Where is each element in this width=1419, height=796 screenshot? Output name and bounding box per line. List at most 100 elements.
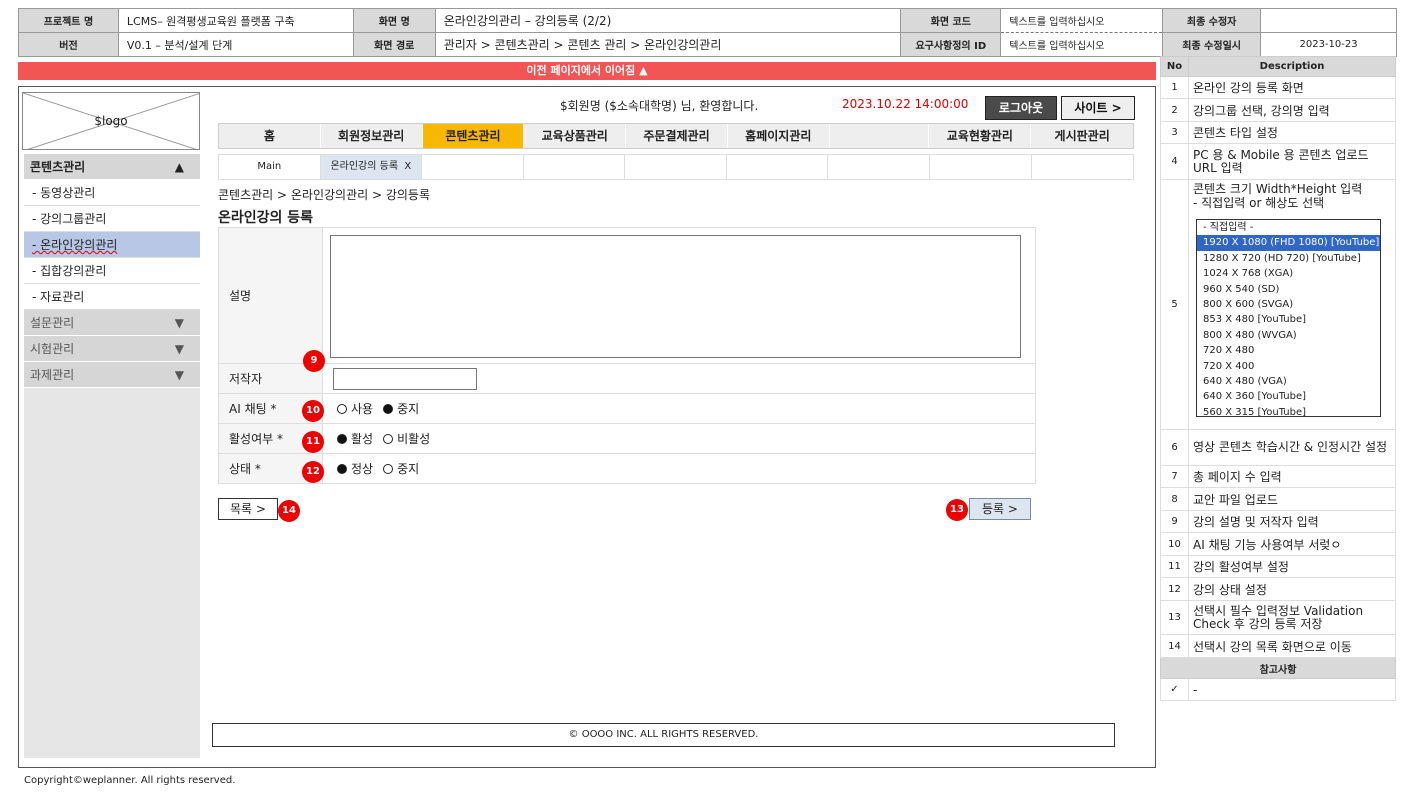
resolution-listbox[interactable]: - 직접입력 - 1920 X 1080 (FHD 1080) [YouTube… — [1196, 219, 1381, 417]
last-date-label: 최종 수정일시 — [1162, 32, 1262, 57]
logo-text: $logo — [94, 114, 128, 128]
description-cell — [322, 227, 1036, 364]
row-text: 콘텐츠 타입 설정 — [1188, 121, 1396, 144]
tab-empty — [930, 155, 1032, 179]
active-on-radio[interactable] — [337, 433, 347, 444]
resolution-option[interactable]: 800 X 600 (SVGA) — [1197, 297, 1380, 312]
resolution-option[interactable]: 853 X 480 [YouTube] — [1197, 312, 1380, 327]
tab-empty — [727, 155, 829, 179]
tab-empty — [625, 155, 727, 179]
row-text: 선택시 필수 입력정보 Validation Check 후 강의 등록 저장 — [1188, 600, 1396, 635]
resolution-option[interactable]: 720 X 480 — [1197, 343, 1380, 358]
logout-button[interactable]: 로그아웃 — [985, 96, 1057, 120]
description-label: 설명 — [218, 227, 323, 364]
sidebar-group-assignment[interactable]: 과제관리 ▼ — [24, 362, 200, 388]
sidebar-item-materials[interactable]: - 자료관리 — [24, 284, 200, 310]
nav-order[interactable]: 주문결제관리 — [626, 124, 728, 148]
row-text: 강의 활성여부 설정 — [1188, 555, 1396, 578]
author-input[interactable] — [333, 367, 477, 390]
screen-name-label: 화면 명 — [352, 8, 436, 33]
resolution-option[interactable]: 1024 X 768 (XGA) — [1197, 266, 1380, 281]
annotation-badge-14: 14 — [278, 500, 300, 522]
screen-path-label: 화면 경로 — [352, 32, 436, 57]
status-stop-radio[interactable] — [383, 463, 394, 474]
nav-product[interactable]: 교육상품관리 — [524, 124, 627, 148]
screen-path-value: 관리자 > 콘텐츠관리 > 콘텐츠 관리 > 온라인강의관리 — [434, 32, 902, 57]
nav-home[interactable]: 홈 — [219, 124, 321, 148]
copyright: Copyright©weplanner. All rights reserved… — [24, 775, 236, 786]
sidebar-group-content[interactable]: 콘텐츠관리 ▲ — [24, 154, 200, 180]
resolution-option[interactable]: 960 X 540 (SD) — [1197, 282, 1380, 297]
row-no: 6 — [1160, 429, 1189, 466]
sidebar-group-label: 설문관리 — [30, 316, 75, 330]
register-button[interactable]: 등록 > — [969, 498, 1031, 520]
tab-online-lecture[interactable]: 온라인강의 등록 X — [320, 155, 423, 179]
resolution-option[interactable]: 800 X 480 (WVGA) — [1197, 328, 1380, 343]
desc-header: Description — [1188, 56, 1396, 77]
version-value: V0.1 – 분석/설계 단계 — [117, 32, 354, 57]
resolution-option[interactable]: 560 X 315 [YouTube] — [1197, 405, 1380, 416]
ai-chat-use-radio[interactable] — [337, 403, 347, 414]
last-date-value: 2023-10-23 — [1260, 32, 1397, 57]
description-textarea[interactable] — [330, 235, 1021, 358]
req-id-value[interactable]: 텍스트를 입력하십시오 — [1000, 32, 1164, 57]
active-on-label: 활성 — [351, 432, 374, 446]
nav-board[interactable]: 게시판관리 — [1031, 124, 1134, 148]
row-text: 선택시 강의 목록 화면으로 이동 — [1188, 634, 1396, 658]
sidebar-group-label: 시험관리 — [30, 342, 75, 356]
welcome-message: $회원명 ($소속대학명) 님, 환영합니다. — [560, 99, 759, 113]
expand-down-icon[interactable]: ▼ — [175, 336, 184, 362]
row-no: 5 — [1160, 179, 1189, 430]
open-tabs: Main 온라인강의 등록 X — [218, 154, 1134, 180]
expand-down-icon[interactable]: ▼ — [175, 362, 184, 388]
nav-homepage[interactable]: 홈페이지관리 — [727, 124, 830, 148]
continued-banner: 이전 페이지에서 이어짐 ▲ — [18, 62, 1156, 80]
version-label: 버전 — [18, 32, 119, 57]
req-id-label: 요구사항정의 ID — [900, 32, 1002, 57]
screen-code-value[interactable]: 텍스트를 입력하십시오 — [1000, 8, 1164, 33]
status-stop-label: 중지 — [397, 462, 420, 476]
nav-status[interactable]: 교육현황관리 — [929, 124, 1032, 148]
collapse-up-icon[interactable]: ▲ — [175, 154, 184, 180]
sidebar-item-lecture-group[interactable]: - 강의그룹관리 — [24, 206, 200, 232]
sidebar-group-survey[interactable]: 설문관리 ▼ — [24, 310, 200, 336]
sidebar-item-video[interactable]: - 동영상관리 — [24, 180, 200, 206]
annotation-badge-10: 10 — [302, 400, 324, 422]
resolution-option[interactable]: 1280 X 720 (HD 720) [YouTube] — [1197, 251, 1380, 266]
row-text: AI 채팅 기능 사용여부 서렂ㅇ — [1188, 532, 1396, 556]
resolution-option-selected[interactable]: 1920 X 1080 (FHD 1080) [YouTube] — [1197, 235, 1380, 251]
resolution-option[interactable]: 720 X 400 — [1197, 359, 1380, 374]
resolution-option[interactable]: - 직접입력 - — [1197, 220, 1380, 235]
list-button[interactable]: 목록 > — [218, 498, 278, 520]
active-off-radio[interactable] — [383, 433, 394, 444]
status-normal-radio[interactable] — [337, 463, 347, 474]
sidebar-item-offline-lecture[interactable]: - 집합강의관리 — [24, 258, 200, 284]
row-no: 10 — [1160, 532, 1189, 556]
nav-content[interactable]: 콘텐츠관리 — [422, 124, 525, 148]
tab-online-lecture-label: 온라인강의 등록 — [330, 161, 399, 172]
row-text: 총 페이지 수 입력 — [1188, 465, 1396, 488]
sidebar-item-online-lecture[interactable]: - 온라인강의관리 — [24, 232, 200, 258]
tab-close-icon[interactable]: X — [404, 161, 411, 172]
active-options: 활성 비활성 — [322, 423, 1036, 454]
sidebar-group-label: 콘텐츠관리 — [30, 160, 86, 174]
site-button[interactable]: 사이트 > — [1061, 96, 1135, 120]
tab-empty — [524, 155, 626, 179]
row-no: 11 — [1160, 555, 1189, 578]
last-editor-value — [1260, 8, 1397, 33]
tab-main[interactable]: Main — [219, 155, 321, 179]
sidebar-group-exam[interactable]: 시험관리 ▼ — [24, 336, 200, 362]
annotation-badge-13: 13 — [946, 499, 968, 521]
screen-code-label: 화면 코드 — [900, 8, 1002, 33]
project-value: LCMS– 원격평생교육원 플랫폼 구축 — [117, 8, 354, 33]
ai-chat-use-label: 사용 — [351, 402, 374, 416]
resolution-option[interactable]: 640 X 360 [YouTube] — [1197, 389, 1380, 404]
current-datetime: 2023.10.22 14:00:00 — [842, 97, 969, 111]
sidebar-filler — [24, 388, 200, 758]
nav-member[interactable]: 회원정보관리 — [320, 124, 423, 148]
ai-chat-stop-radio[interactable] — [383, 403, 394, 414]
row-text: PC 용 & Mobile 용 콘텐츠 업로드 URL 입력 — [1188, 143, 1396, 180]
expand-down-icon[interactable]: ▼ — [175, 310, 184, 336]
resolution-option[interactable]: 640 X 480 (VGA) — [1197, 374, 1380, 389]
sidebar-item-label: - 온라인강의관리 — [32, 238, 118, 252]
